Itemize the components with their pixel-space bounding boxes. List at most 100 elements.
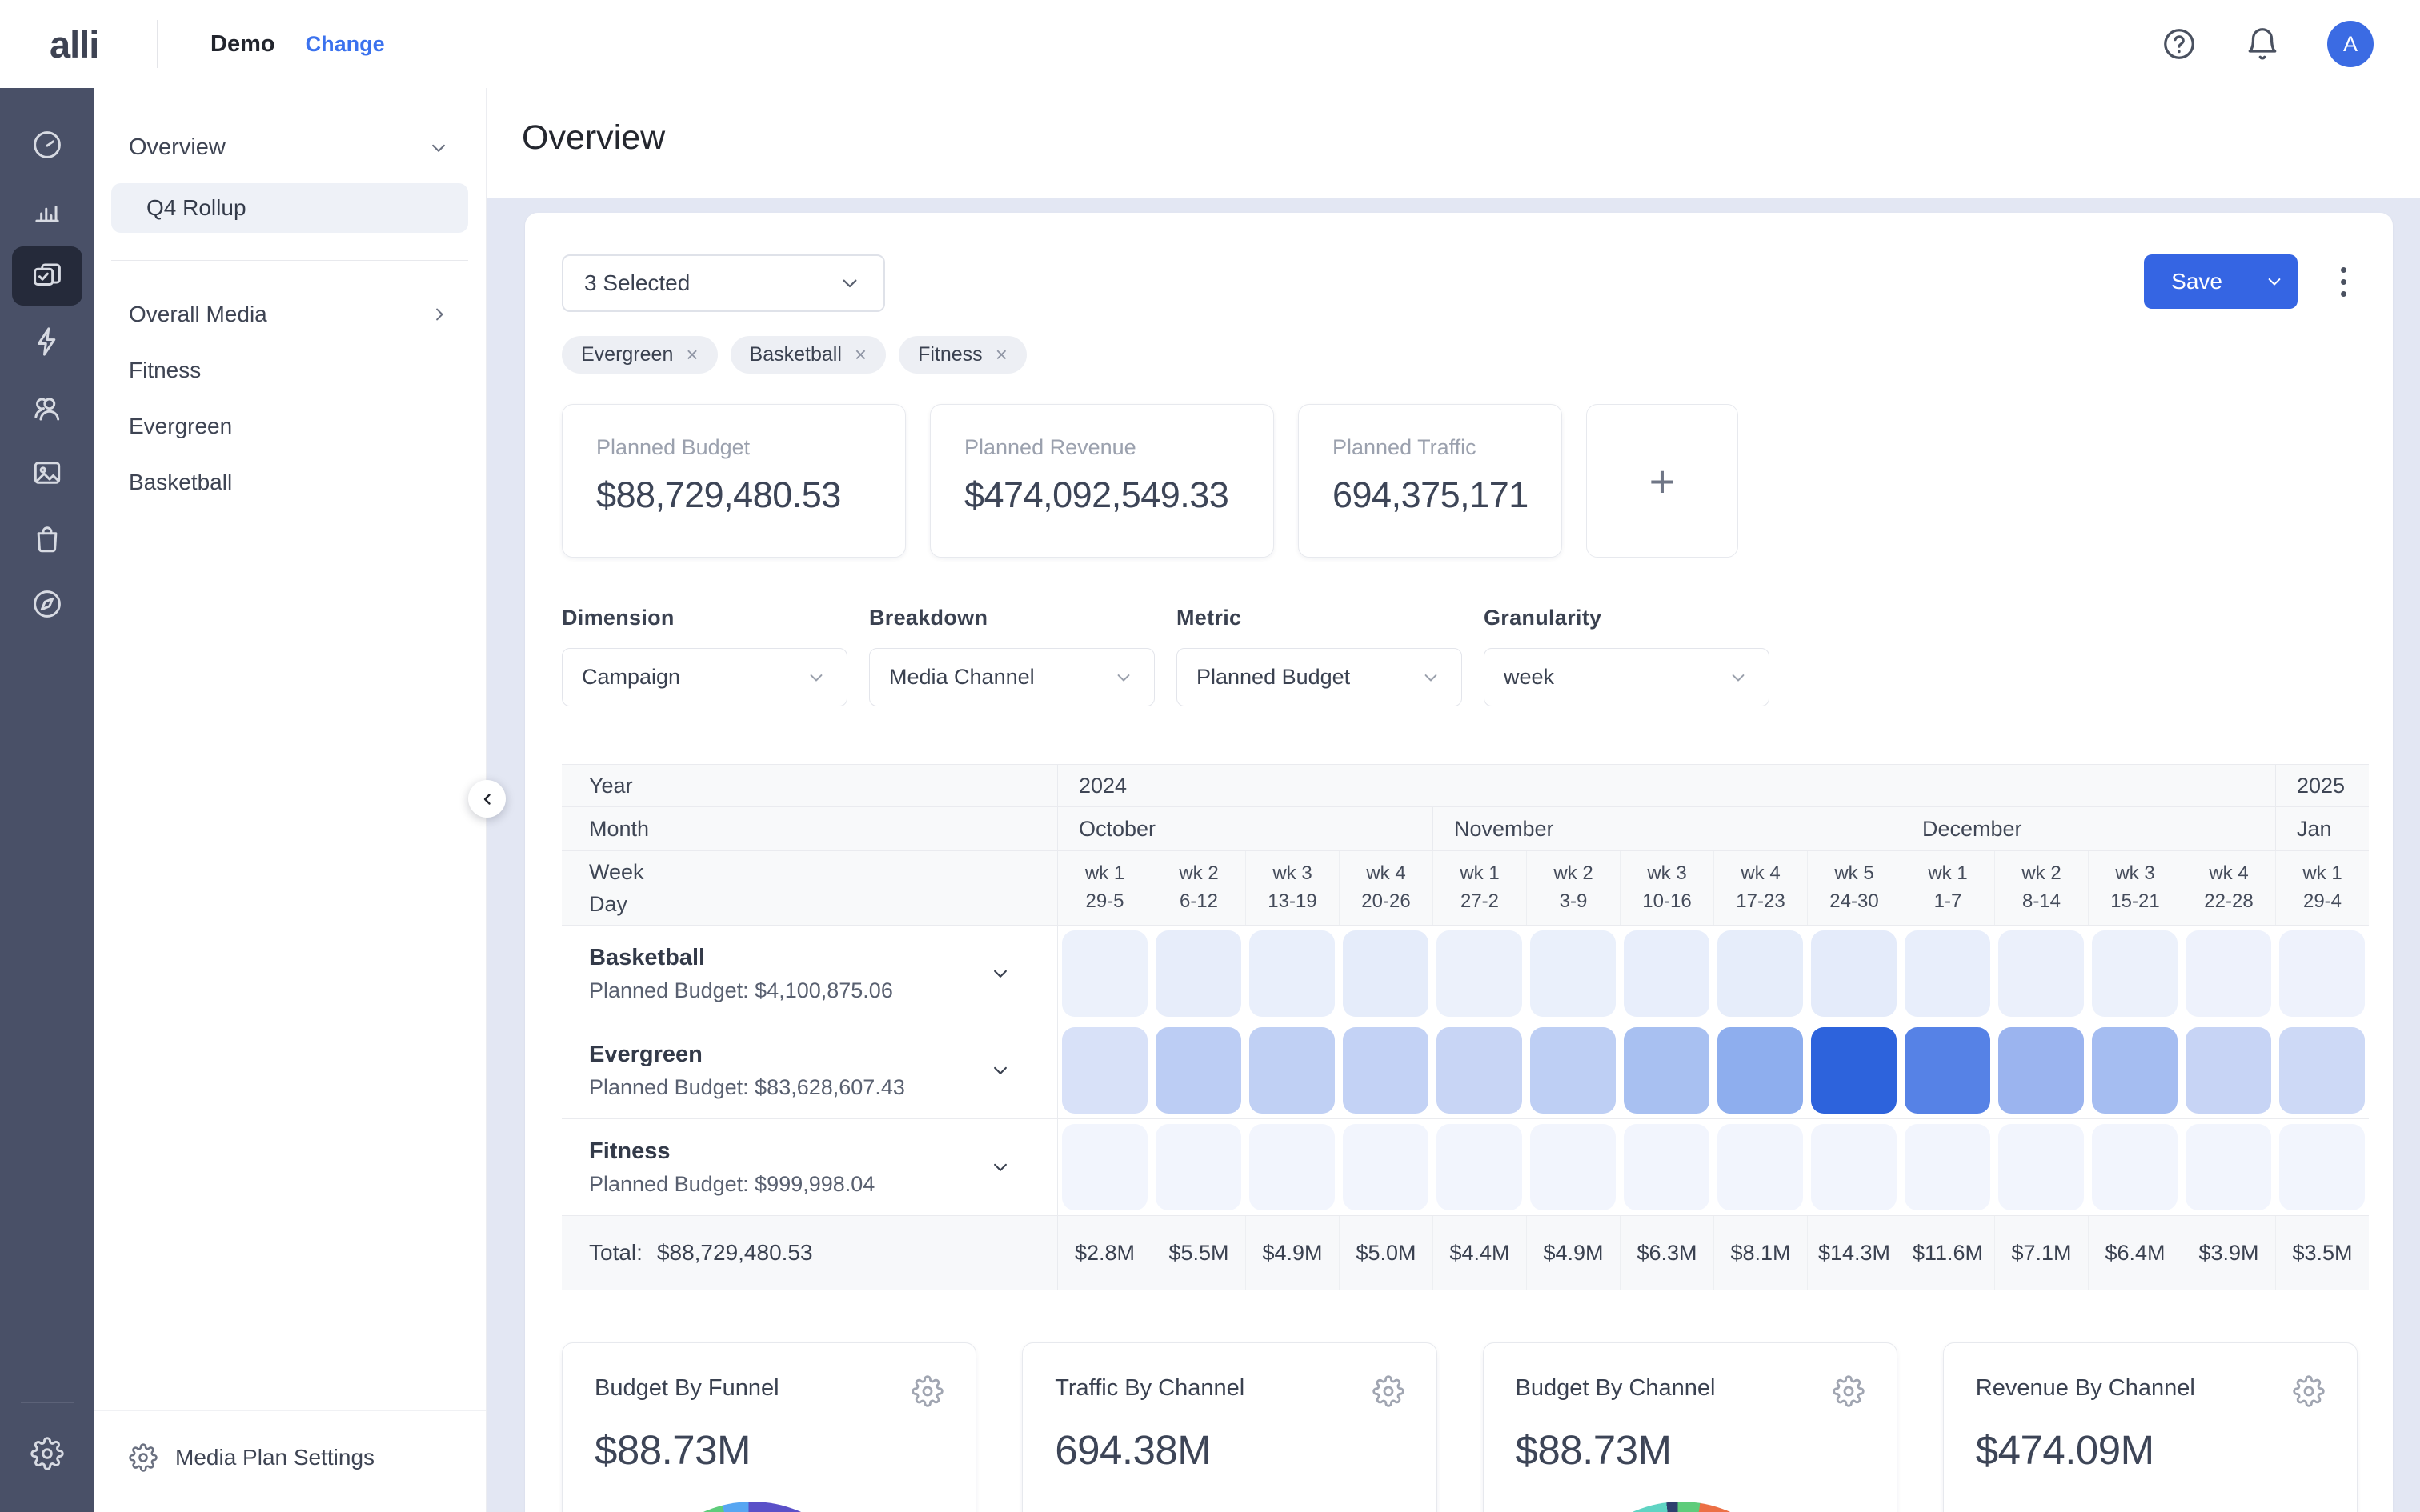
budget-heat-cell[interactable]	[2275, 926, 2369, 1022]
week-number: wk 2	[1179, 860, 1218, 888]
budget-heat-cell[interactable]	[1526, 1022, 1620, 1118]
budget-heat-cell[interactable]	[1152, 926, 1245, 1022]
collapse-panel-button[interactable]	[468, 780, 506, 818]
nav-overview-group[interactable]: Overview	[129, 134, 451, 161]
page-title: Overview	[522, 118, 2420, 158]
gear-icon	[1833, 1375, 1865, 1407]
budget-heat-cell[interactable]	[1713, 1022, 1807, 1118]
week-number: wk 4	[1741, 860, 1780, 888]
month-cell-november: November	[1432, 807, 1901, 850]
budget-heat-cell[interactable]	[1526, 1119, 1620, 1215]
budget-heat-cell[interactable]	[2275, 1119, 2369, 1215]
filter-chip-fitness[interactable]: Fitness×	[899, 336, 1027, 374]
budget-heat-cell[interactable]	[1713, 1119, 1807, 1215]
save-button[interactable]: Save	[2144, 254, 2250, 309]
budget-heat-cell[interactable]	[1807, 1022, 1901, 1118]
week-number: wk 1	[2302, 860, 2342, 888]
help-icon[interactable]	[2161, 26, 2198, 62]
budget-heat-cell[interactable]	[1994, 1119, 2088, 1215]
expand-row-chevron-icon[interactable]	[988, 1058, 1012, 1082]
budget-heat-cell[interactable]	[2275, 1022, 2369, 1118]
campaign-row-header: FitnessPlanned Budget: $999,998.04	[562, 1119, 1058, 1215]
budget-heat-cell[interactable]	[2088, 1119, 2182, 1215]
budget-heat-cell[interactable]	[1620, 926, 1713, 1022]
expand-row-chevron-icon[interactable]	[988, 962, 1012, 986]
budget-heat-cell[interactable]	[1245, 1022, 1339, 1118]
rail-item-compass-icon[interactable]	[12, 574, 82, 634]
budget-heat-cell[interactable]	[1432, 926, 1526, 1022]
budget-heat-cell[interactable]	[1807, 1119, 1901, 1215]
filter-select-breakdown[interactable]: Media Channel	[869, 648, 1155, 706]
budget-heat-cell[interactable]	[1245, 926, 1339, 1022]
budget-heat-cell[interactable]	[1339, 1119, 1432, 1215]
budget-heat-cell[interactable]	[1994, 926, 2088, 1022]
nav-item-basketball[interactable]: Basketball	[94, 454, 486, 510]
budget-heat-cell[interactable]	[1152, 1022, 1245, 1118]
chart-settings-gear-icon[interactable]	[2293, 1375, 2325, 1407]
filter-select-dimension[interactable]: Campaign	[562, 648, 847, 706]
top-bar: alli Demo Change A	[0, 0, 2420, 88]
chart-settings-gear-icon[interactable]	[1833, 1375, 1865, 1407]
more-options-kebab-icon[interactable]	[2333, 259, 2354, 305]
budget-heat-cell[interactable]	[1994, 1022, 2088, 1118]
rail-item-image-icon[interactable]	[12, 443, 82, 502]
user-avatar[interactable]: A	[2327, 21, 2374, 67]
rail-item-lightning-icon[interactable]	[12, 312, 82, 371]
budget-heat-cell[interactable]	[2182, 926, 2275, 1022]
budget-heat-cell[interactable]	[1713, 926, 1807, 1022]
budget-heat-cell[interactable]	[2088, 926, 2182, 1022]
chip-remove-icon[interactable]: ×	[855, 342, 867, 367]
week-header-cell: wk 420-26	[1339, 851, 1432, 925]
budget-heat-cell[interactable]	[1901, 1119, 1994, 1215]
budget-heat-cell[interactable]	[2182, 1022, 2275, 1118]
rail-item-bar-chart-icon[interactable]	[12, 181, 82, 240]
budget-heat-cell[interactable]	[1152, 1119, 1245, 1215]
media-plan-settings-button[interactable]: Media Plan Settings	[94, 1410, 486, 1472]
budget-heat-cell[interactable]	[1058, 1119, 1152, 1215]
budget-heat-cell[interactable]	[1901, 926, 1994, 1022]
week-header-cell: wk 127-2	[1432, 851, 1526, 925]
nav-item-overall-media[interactable]: Overall Media	[94, 286, 486, 342]
filter-chip-basketball[interactable]: Basketball×	[731, 336, 887, 374]
budget-heat-cell[interactable]	[1807, 926, 1901, 1022]
settings-gear-icon[interactable]	[12, 1424, 82, 1483]
nav-item-evergreen[interactable]: Evergreen	[94, 398, 486, 454]
week-header-cell: wk 422-28	[2182, 851, 2275, 925]
filter-chip-evergreen[interactable]: Evergreen×	[562, 336, 718, 374]
budget-heat-cell[interactable]	[1339, 1022, 1432, 1118]
notifications-bell-icon[interactable]	[2244, 26, 2281, 62]
kpi-value: $88,729,480.53	[596, 474, 871, 516]
budget-heat-cell[interactable]	[1058, 926, 1152, 1022]
add-kpi-card-button[interactable]: +	[1586, 404, 1738, 558]
budget-heat-cell[interactable]	[1432, 1022, 1526, 1118]
budget-heat-cell[interactable]	[1620, 1119, 1713, 1215]
budget-heat-cell[interactable]	[1620, 1022, 1713, 1118]
budget-heat-cell[interactable]	[1901, 1022, 1994, 1118]
week-number: wk 1	[1085, 860, 1124, 888]
change-workspace-link[interactable]: Change	[306, 32, 385, 57]
save-split-button[interactable]: Save	[2144, 254, 2298, 309]
chevron-down-icon	[1420, 666, 1442, 689]
budget-heat-cell[interactable]	[1339, 926, 1432, 1022]
save-dropdown-arrow[interactable]	[2250, 254, 2298, 309]
budget-heat-cell[interactable]	[2088, 1022, 2182, 1118]
budget-heat-cell[interactable]	[1058, 1022, 1152, 1118]
chart-settings-gear-icon[interactable]	[912, 1375, 944, 1407]
chip-remove-icon[interactable]: ×	[686, 342, 698, 367]
rail-item-gauge-icon[interactable]	[12, 115, 82, 174]
chip-remove-icon[interactable]: ×	[996, 342, 1008, 367]
filter-select-metric[interactable]: Planned Budget	[1176, 648, 1462, 706]
nav-item-fitness[interactable]: Fitness	[94, 342, 486, 398]
nav-item-q4-rollup[interactable]: Q4 Rollup	[111, 183, 468, 233]
expand-row-chevron-icon[interactable]	[988, 1155, 1012, 1179]
rail-item-bag-icon[interactable]	[12, 509, 82, 568]
budget-heat-cell[interactable]	[1432, 1119, 1526, 1215]
budget-heat-cell[interactable]	[2182, 1119, 2275, 1215]
rail-item-users-icon[interactable]	[12, 378, 82, 437]
budget-heat-cell[interactable]	[1526, 926, 1620, 1022]
budget-heat-cell[interactable]	[1245, 1119, 1339, 1215]
filter-select-granularity[interactable]: week	[1484, 648, 1769, 706]
chart-settings-gear-icon[interactable]	[1372, 1375, 1404, 1407]
rail-item-media-plans-icon[interactable]	[12, 246, 82, 306]
campaign-multiselect[interactable]: 3 Selected	[562, 254, 885, 312]
